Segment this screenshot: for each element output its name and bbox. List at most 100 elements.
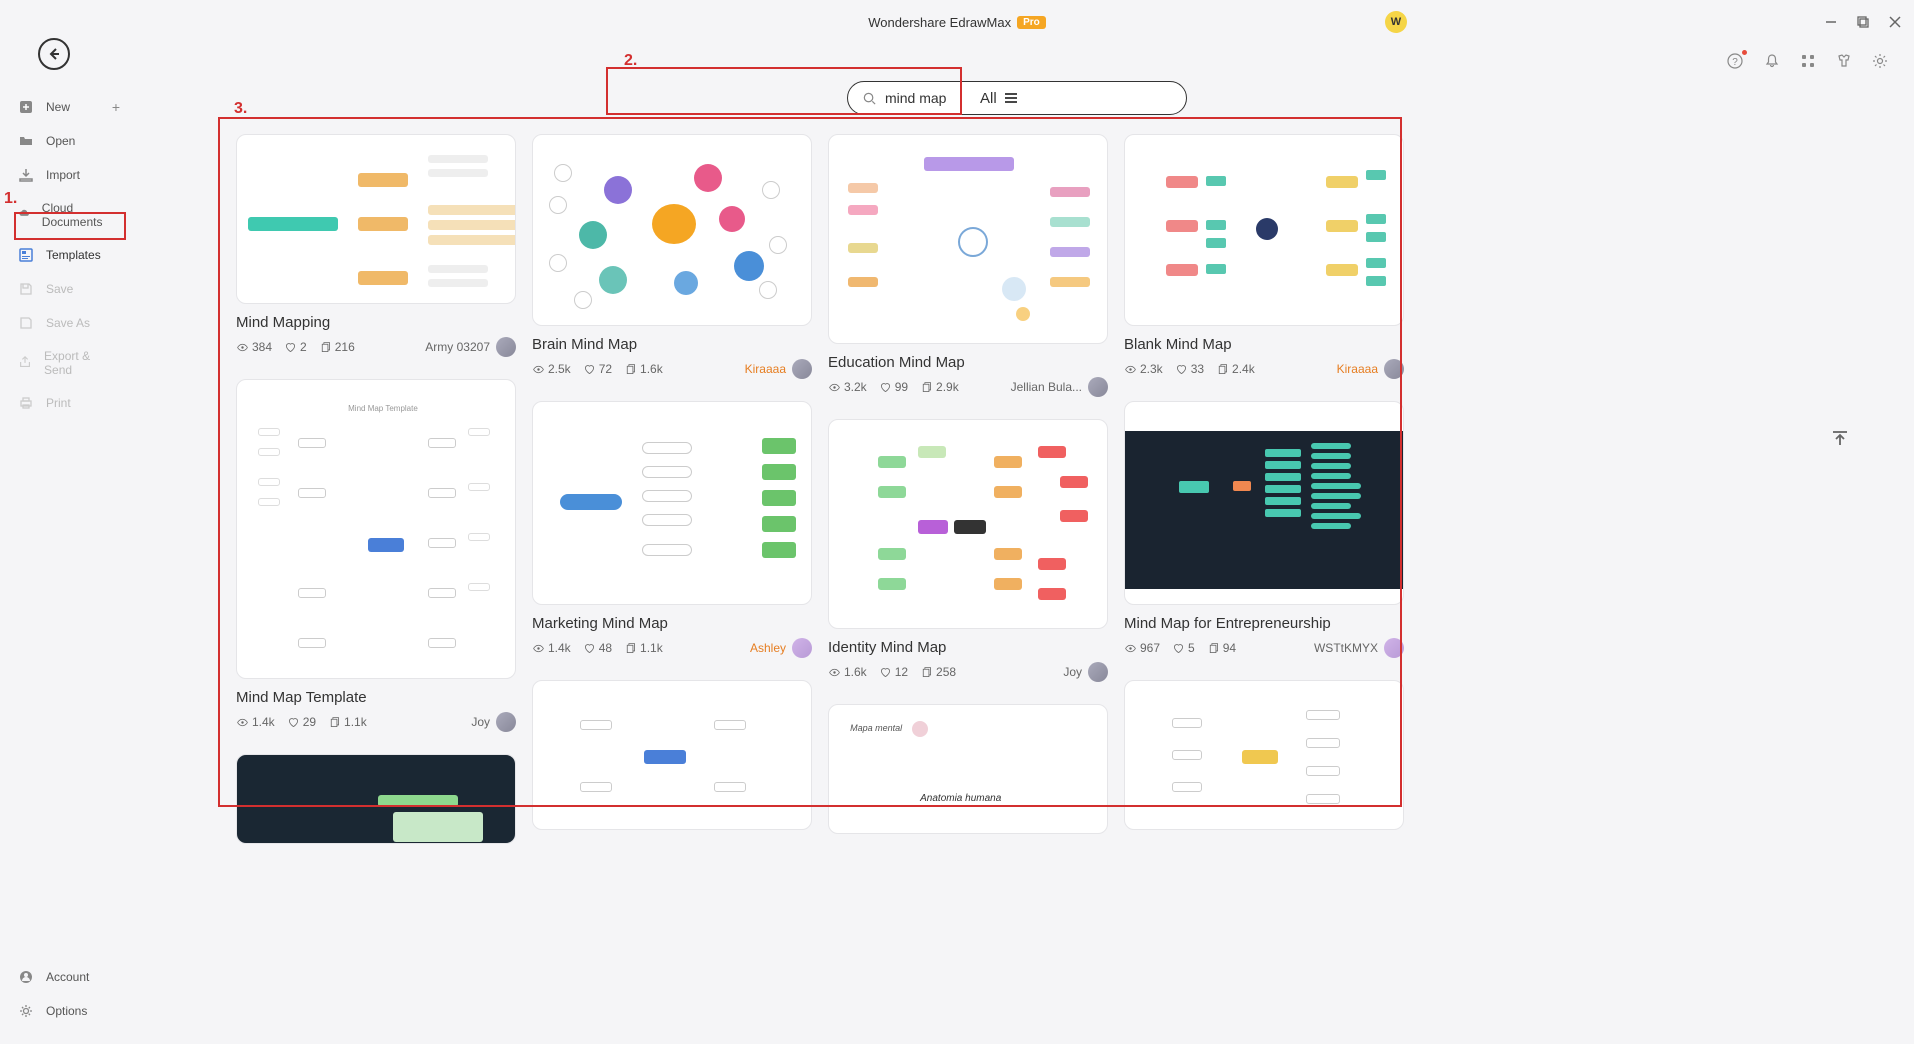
template-card[interactable]: Blank Mind Map 2.3k 33 2.4k Kiraaaa — [1124, 134, 1404, 379]
shirt-icon[interactable] — [1836, 53, 1852, 74]
all-filter-button[interactable]: All — [980, 90, 1019, 107]
template-card[interactable]: Marketing Mind Map 1.4k 48 1.1k Ashley — [532, 401, 812, 658]
template-card[interactable] — [1124, 680, 1404, 830]
author[interactable]: Ashley — [750, 638, 812, 658]
copy-icon — [624, 642, 637, 655]
heart-icon — [879, 666, 892, 679]
avatar-icon — [792, 638, 812, 658]
template-card[interactable]: Mind Mapping 384 2 216 Army 03207 — [236, 134, 516, 357]
sidebar-item-print: Print — [0, 386, 130, 420]
template-card[interactable]: Education Mind Map 3.2k 99 2.9k Jellian … — [828, 134, 1108, 397]
avatar-icon — [1088, 377, 1108, 397]
app-title: Wondershare EdrawMax — [868, 15, 1011, 30]
template-card[interactable]: Mapa mental Anatomia humana — [828, 704, 1108, 834]
apps-icon[interactable] — [1800, 53, 1816, 74]
author[interactable]: Kiraaaa — [745, 359, 812, 379]
minimize-button[interactable] — [1824, 15, 1838, 29]
eye-icon — [828, 666, 841, 679]
copy-icon — [1207, 642, 1220, 655]
main-area: All — [140, 78, 1894, 1044]
card-stats: 2.3k 33 2.4k Kiraaaa — [1124, 359, 1404, 379]
sidebar-item-templates[interactable]: Templates — [0, 238, 130, 272]
thumbnail — [1124, 134, 1404, 326]
sidebar-item-import[interactable]: Import — [0, 158, 130, 192]
sidebar-item-export: Export & Send — [0, 340, 130, 386]
copy-icon — [920, 666, 933, 679]
annotation-2: 2. — [624, 52, 637, 70]
sidebar-item-account[interactable]: Account — [0, 960, 130, 994]
maximize-button[interactable] — [1856, 15, 1870, 29]
close-button[interactable] — [1888, 15, 1902, 29]
import-icon — [18, 167, 34, 183]
print-icon — [18, 395, 34, 411]
eye-icon — [1124, 642, 1137, 655]
save-icon — [18, 281, 34, 297]
sidebar-item-save: Save — [0, 272, 130, 306]
author[interactable]: Jellian Bula... — [1011, 377, 1108, 397]
thumbnail — [532, 680, 812, 830]
author[interactable]: Kiraaaa — [1337, 359, 1404, 379]
avatar-icon — [1088, 662, 1108, 682]
thumbnail: Mapa mental Anatomia humana — [828, 704, 1108, 834]
copy-icon — [624, 363, 637, 376]
export-icon — [18, 355, 32, 371]
author[interactable]: Joy — [1063, 662, 1108, 682]
card-stats: 1.4k 29 1.1k Joy — [236, 712, 516, 732]
template-card[interactable]: Brain Mind Map 2.5k 72 1.6k Kiraaaa — [532, 134, 812, 379]
card-stats: 3.2k 99 2.9k Jellian Bula... — [828, 377, 1108, 397]
sidebar-label: Save As — [46, 316, 90, 330]
avatar-icon — [792, 359, 812, 379]
card-stats: 1.6k 12 258 Joy — [828, 662, 1108, 682]
card-title: Mind Map Template — [236, 689, 516, 706]
heart-icon — [284, 341, 297, 354]
list-icon — [1003, 91, 1019, 105]
template-card[interactable]: Mind Map Template — [236, 379, 516, 732]
thumbnail: Mind Map Template — [236, 379, 516, 679]
all-label: All — [980, 90, 997, 107]
card-stats: 384 2 216 Army 03207 — [236, 337, 516, 357]
author[interactable]: Joy — [471, 712, 516, 732]
template-card[interactable]: Identity Mind Map 1.6k 12 258 Joy — [828, 419, 1108, 682]
sidebar-label: Options — [46, 1004, 87, 1018]
thumbnail — [1124, 401, 1404, 605]
thumbnail — [236, 754, 516, 844]
sidebar-label: Print — [46, 396, 71, 410]
top-icon-row: ? — [1726, 52, 1888, 75]
annotation-3: 3. — [234, 100, 247, 118]
user-avatar[interactable]: W — [1385, 11, 1407, 33]
settings-icon[interactable] — [1872, 53, 1888, 74]
card-title: Mind Mapping — [236, 314, 516, 331]
annotation-1: 1. — [4, 190, 17, 208]
heart-icon — [287, 716, 300, 729]
heart-icon — [1175, 363, 1188, 376]
author[interactable]: Army 03207 — [425, 337, 516, 357]
bell-icon[interactable] — [1764, 53, 1780, 74]
copy-icon — [328, 716, 341, 729]
add-icon[interactable]: + — [112, 99, 120, 115]
sidebar-item-cloud[interactable]: Cloud Documents — [0, 192, 130, 238]
author[interactable]: WSTtKMYX — [1314, 638, 1404, 658]
sidebar-item-new[interactable]: New + — [0, 90, 130, 124]
copy-icon — [1216, 363, 1229, 376]
thumbnail — [828, 419, 1108, 629]
template-card[interactable] — [532, 680, 812, 830]
eye-icon — [532, 363, 545, 376]
scroll-top-button[interactable] — [1830, 428, 1850, 448]
eye-icon — [532, 642, 545, 655]
sidebar-label: Templates — [46, 248, 101, 262]
eye-icon — [828, 381, 841, 394]
search-input[interactable] — [885, 90, 1172, 106]
sidebar-item-open[interactable]: Open — [0, 124, 130, 158]
template-card[interactable] — [236, 754, 516, 844]
card-title: Mind Map for Entrepreneurship — [1124, 615, 1404, 632]
template-card[interactable]: Mind Map for Entrepreneurship 967 5 94 W… — [1124, 401, 1404, 658]
back-button[interactable] — [38, 38, 70, 70]
folder-icon — [18, 133, 34, 149]
pro-badge: Pro — [1017, 16, 1046, 29]
sidebar-label: Open — [46, 134, 75, 148]
help-icon[interactable]: ? — [1726, 52, 1744, 75]
sidebar-item-options[interactable]: Options — [0, 994, 130, 1028]
card-title: Identity Mind Map — [828, 639, 1108, 656]
avatar-icon — [496, 712, 516, 732]
card-stats: 1.4k 48 1.1k Ashley — [532, 638, 812, 658]
